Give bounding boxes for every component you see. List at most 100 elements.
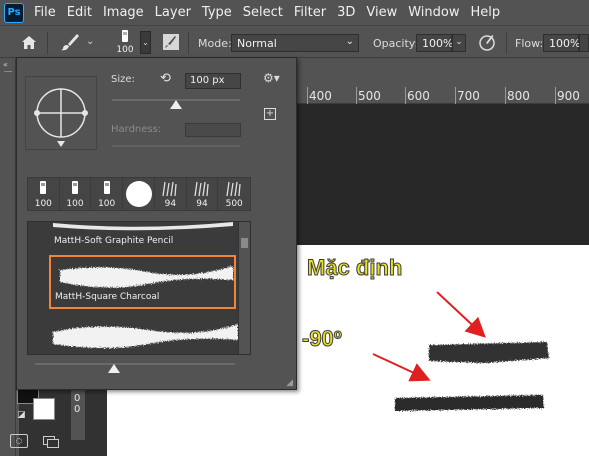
recent-brush-size: 100 [98,199,116,209]
opacity-input[interactable]: 100% [416,34,454,52]
resize-grip-icon[interactable]: ◢ [286,378,293,388]
separator [506,32,507,54]
scrollbar-thumb[interactable] [241,238,248,248]
divider [4,71,12,72]
opacity-dropdown[interactable]: ⌄ [452,34,466,52]
recent-brush-size: 100 [34,199,52,209]
recent-brush-size: 500 [225,199,243,209]
ruler-label-600: 600 [407,89,430,103]
pressure-pen-icon [479,35,495,51]
new-preset-icon[interactable]: + [264,108,276,120]
mode-select[interactable]: Normal ⌄ [231,34,359,52]
size-slider-thumb[interactable] [170,100,182,109]
recent-brush-size: 94 [196,199,208,209]
preview-size-slider-thumb[interactable] [108,364,120,373]
menu-select[interactable]: Select [243,5,283,20]
brush-preset-picker: Size: ⟲ 100 px ⚙▾ + Hardness: 100 100 10… [16,57,297,390]
menu-type[interactable]: Type [202,5,232,20]
brush-settings-toggle[interactable] [160,32,182,52]
flow-label: Flow: [515,37,544,50]
brush-tip-icon [40,181,47,194]
brush-picker-dropdown[interactable]: ⌄ [140,31,151,54]
quick-mask-icon[interactable] [10,434,28,448]
recent-brush[interactable]: 100 [60,178,92,210]
texture-brush-icon [162,181,177,197]
brush-item-soft-graphite-pencil[interactable]: MattH-Soft Graphite Pencil [54,236,173,246]
flow-dropdown[interactable] [579,34,589,52]
ruler-tick [405,87,406,104]
menu-help[interactable]: Help [471,5,501,20]
brush-icon [61,34,79,51]
brush-angle-icon [34,88,88,147]
menu-view[interactable]: View [366,5,397,20]
recent-brush[interactable]: 100 [91,178,124,210]
ruler-label-400: 400 [309,89,332,103]
hardness-label: Hardness: [111,124,162,135]
menu-filter[interactable]: Filter [294,5,326,20]
annotation-rotate: -90º [302,326,343,352]
menu-image[interactable]: Image [103,5,144,20]
recent-brush-size: 94 [164,199,177,209]
photoshop-logo-icon[interactable]: Ps [4,2,24,23]
menu-layer[interactable]: Layer [155,5,191,20]
recent-brush[interactable]: 94 [155,178,187,210]
charcoal-stroke-default [429,342,549,363]
swap-colors-icon[interactable]: ◪ [17,410,26,420]
menu-file[interactable]: File [34,5,56,20]
brush-list-scrollbar[interactable] [238,222,250,354]
gear-icon[interactable]: ⚙▾ [263,71,280,85]
separator [47,32,48,54]
ruler-tick [455,87,456,104]
arrow-icon [372,353,431,382]
menu-edit[interactable]: Edit [67,5,92,20]
preview-size-slider-track[interactable] [35,363,235,365]
menu-3d[interactable]: 3D [337,5,355,20]
horizontal-ruler: 400 500 600 700 800 900 [295,87,589,104]
chevron-down-icon[interactable]: ⌄ [86,36,94,47]
pasteboard [295,104,589,245]
ruler-tick [555,87,556,104]
mode-value: Normal [237,37,277,50]
brush-preset-list: MattH-Soft Graphite Pencil MattH-Square … [27,221,251,355]
brush-tip-icon [122,30,128,42]
recent-brush-size: 100 [66,199,84,209]
home-button[interactable] [18,32,40,52]
reset-size-icon[interactable]: ⟲ [160,71,171,86]
brush-tip-icon [103,181,110,194]
brush-size-value: 100 [116,45,134,55]
brush-item-selected[interactable]: MattH-Square Charcoal [49,255,236,309]
ruler-label-900: 900 [557,89,580,103]
ruler-digit: 0 [74,404,81,415]
brush-size-picker[interactable]: 100 [112,29,138,57]
recent-brush[interactable]: 500 [218,178,250,210]
charcoal-stroke-rotated [395,395,544,411]
recent-brush[interactable]: 100 [28,178,60,210]
brush-tip-preview[interactable] [25,76,97,150]
menu-window[interactable]: Window [408,5,459,20]
texture-brush-icon [194,181,209,197]
ruler-tick [505,87,506,104]
flow-input[interactable]: 100% [543,34,580,52]
opacity-value: 100% [422,37,454,50]
pressure-opacity-button[interactable] [476,32,498,52]
menu-bar: Ps File Edit Image Layer Type Select Fil… [0,0,589,25]
round-brush-icon [125,181,152,207]
recent-brush[interactable] [123,178,156,210]
ruler-tick [307,87,308,104]
background-color-swatch[interactable] [33,398,55,420]
recent-brush[interactable]: 94 [187,178,219,210]
hardness-input [185,123,241,137]
brush-tool-preset-button[interactable] [58,32,82,52]
ruler-tick [356,87,357,104]
brush-settings-icon [163,34,179,50]
collapse-panel-icon[interactable]: « [3,60,8,69]
screen-mode-icon[interactable] [43,434,61,448]
ruler-label-800: 800 [507,89,530,103]
chevron-down-icon: ⌄ [345,36,354,47]
size-label: Size: [111,74,135,85]
brush-item-square-charcoal: MattH-Square Charcoal [55,292,160,302]
home-icon [22,35,36,49]
arrow-icon [436,291,486,338]
size-input[interactable]: 100 px [185,73,241,89]
ruler-label-700: 700 [457,89,480,103]
